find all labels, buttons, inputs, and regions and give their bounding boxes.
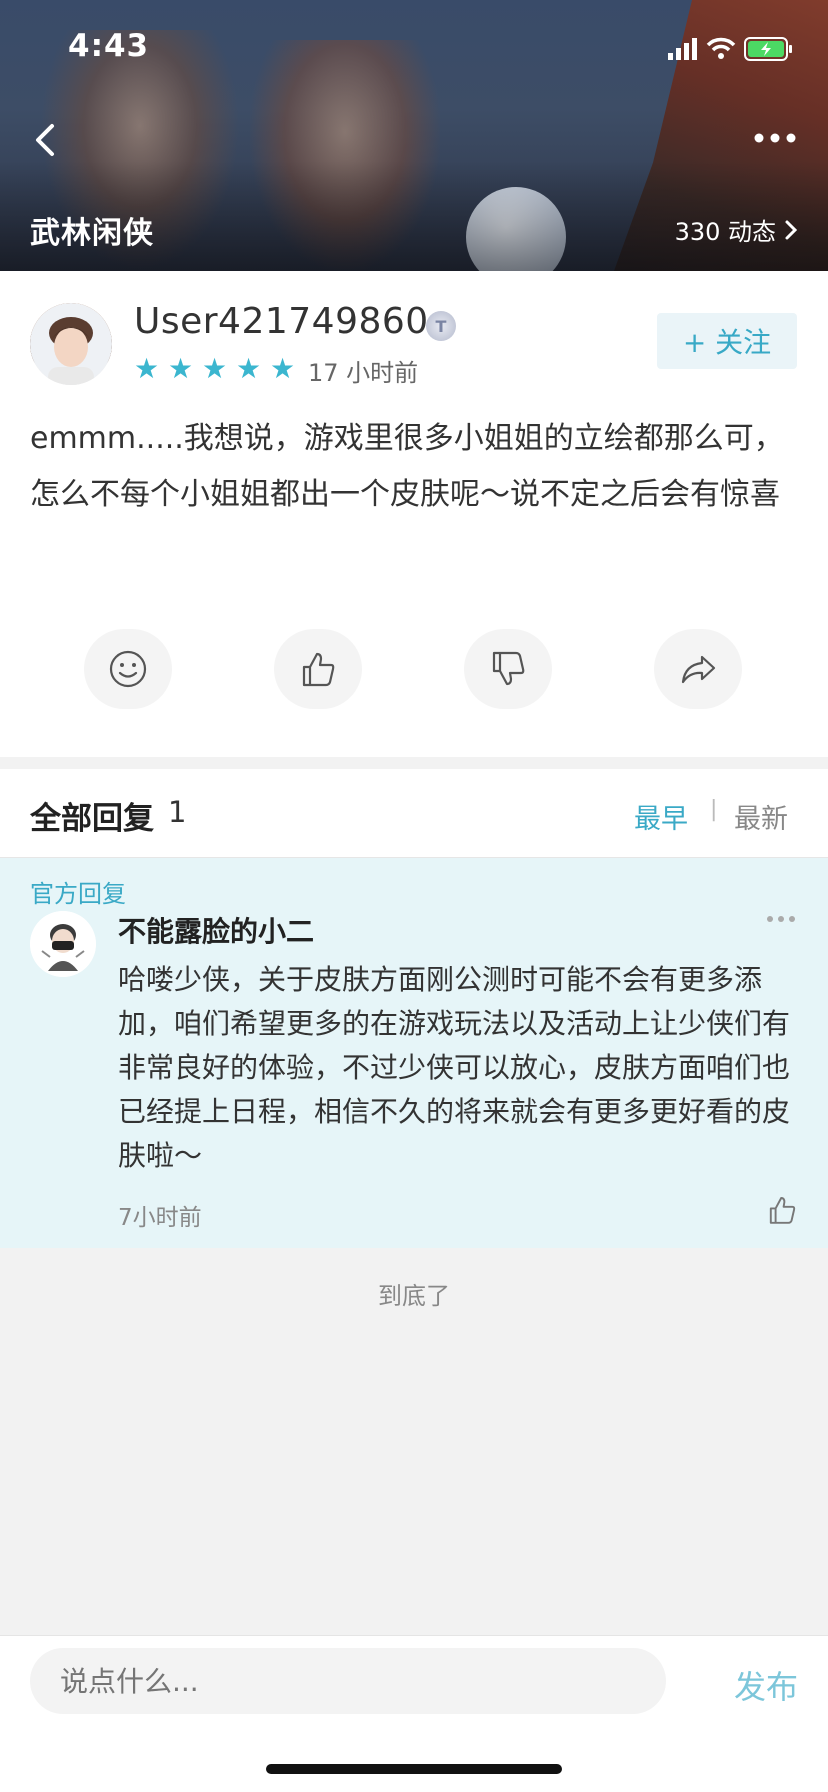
post-content: emmm.....我想说，游戏里很多小姐姐的立绘都那么可，怎么不每个小姐姐都出一… — [30, 421, 784, 512]
reply-content: 哈喽少侠，关于皮肤方面刚公测时可能不会有更多添加，咱们希望更多的在游戏玩法以及活… — [118, 963, 791, 1172]
signal-icon — [668, 38, 697, 60]
share-icon — [681, 655, 716, 684]
battery-icon — [744, 37, 792, 61]
sort-latest-tab[interactable]: 最新 — [734, 797, 788, 836]
status-icons — [668, 34, 794, 64]
avatar[interactable] — [30, 911, 96, 977]
level-badge: T — [426, 311, 456, 341]
emoji-button[interactable] — [84, 629, 172, 709]
publish-button[interactable]: 发布 — [734, 1662, 798, 1708]
like-button[interactable] — [274, 629, 362, 709]
post-card: User421749860 T ★ ★ ★ ★ ★ 17 小时前 + 关注 em… — [0, 271, 828, 757]
replies-header: 全部回复 1 最早 | 最新 — [0, 769, 828, 858]
more-icon[interactable] — [752, 128, 798, 148]
thumbs-up-icon — [302, 652, 335, 687]
thumbs-down-icon — [492, 651, 525, 686]
comment-input[interactable] — [30, 1648, 666, 1714]
dislike-button[interactable] — [464, 629, 552, 709]
sort-earliest-tab[interactable]: 最早 — [634, 797, 688, 836]
app-screen: 4:43 武林闲侠 330 动态 User421749860 T ★ ★ ★ ★… — [0, 0, 828, 1792]
post-username[interactable]: User421749860 — [134, 301, 429, 342]
follow-button[interactable]: + 关注 — [657, 313, 797, 369]
official-reply-label: 官方回复 — [30, 880, 126, 908]
star-icon: ★ — [168, 352, 194, 385]
emoji-icon — [109, 650, 147, 688]
post-time: 17 小时前 — [308, 359, 419, 387]
avatar-illustration — [30, 911, 96, 977]
avatar[interactable] — [30, 303, 112, 385]
avatar-illustration — [30, 303, 112, 385]
replies-title: 全部回复 — [30, 801, 154, 837]
home-indicator[interactable] — [266, 1764, 562, 1774]
official-reply: 官方回复 不能露脸的小二 哈喽少侠，关于皮肤方面刚公测时可能不会有更多添加，咱们… — [0, 858, 828, 1248]
share-button[interactable] — [654, 629, 742, 709]
chevron-right-icon — [785, 220, 798, 239]
thumbs-up-icon[interactable] — [766, 1194, 798, 1226]
rating-stars: ★ ★ ★ ★ ★ — [134, 355, 298, 383]
star-icon: ★ — [202, 352, 228, 385]
star-icon: ★ — [270, 352, 296, 385]
replies-count: 1 — [168, 795, 187, 829]
header-banner: 4:43 武林闲侠 330 动态 — [0, 0, 828, 271]
status-time: 4:43 — [68, 28, 150, 64]
star-icon: ★ — [236, 352, 262, 385]
star-icon: ★ — [134, 352, 160, 385]
activity-link[interactable]: 330 动态 — [675, 212, 798, 247]
reply-time: 7小时前 — [118, 1205, 202, 1231]
reply-author[interactable]: 不能露脸的小二 — [118, 910, 314, 950]
end-of-list: 到底了 — [378, 1282, 450, 1310]
game-name[interactable]: 武林闲侠 — [30, 208, 154, 252]
wifi-icon — [706, 37, 736, 59]
more-icon[interactable] — [766, 914, 796, 924]
back-icon[interactable] — [30, 120, 60, 160]
activity-count: 330 动态 — [674, 218, 776, 246]
sort-separator: | — [710, 797, 718, 822]
